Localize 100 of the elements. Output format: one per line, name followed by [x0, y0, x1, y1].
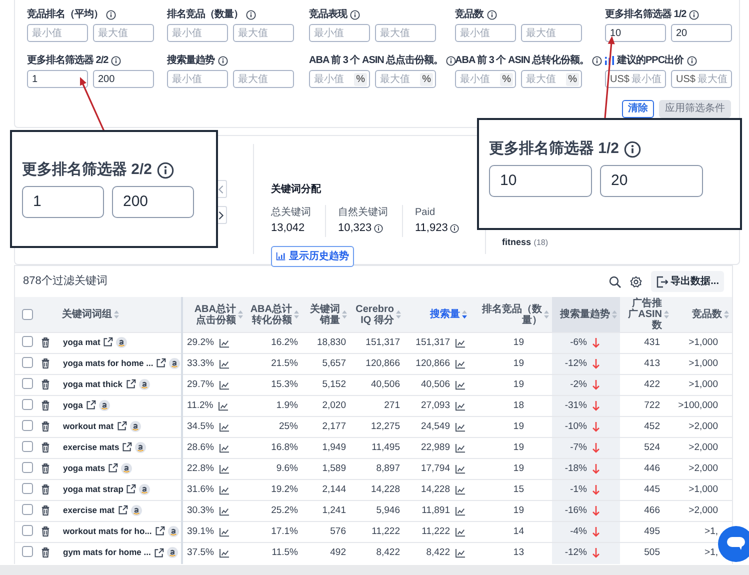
input-field[interactable]: 1 [27, 70, 88, 88]
input-field[interactable]: 最大值 % [375, 70, 436, 88]
text-input[interactable]: 最大值 [697, 72, 729, 86]
input-field[interactable]: 200 [112, 186, 194, 218]
line-chart-icon[interactable] [455, 338, 466, 348]
info-icon[interactable] [106, 10, 116, 20]
line-chart-icon[interactable] [455, 444, 466, 452]
marketplace-icon[interactable] [139, 484, 150, 495]
text-input[interactable]: 最小值 [460, 72, 500, 86]
info-icon[interactable] [246, 10, 256, 20]
row-checkbox[interactable] [22, 462, 33, 473]
info-icon[interactable] [592, 56, 602, 66]
marketplace-icon[interactable] [166, 547, 178, 558]
row-checkbox[interactable] [22, 356, 33, 368]
row-checkbox[interactable] [22, 524, 33, 536]
info-icon[interactable] [446, 56, 456, 66]
line-chart-icon[interactable] [455, 360, 466, 368]
text-input[interactable]: 最小值 [631, 72, 663, 86]
trash-icon[interactable] [41, 504, 50, 516]
keyword-link[interactable]: yoga mat strap [63, 482, 124, 496]
input-field[interactable]: 最小值 % [309, 70, 370, 88]
keyword-link[interactable]: workout mats for ho... [63, 524, 152, 538]
column-header[interactable]: 搜索量 [430, 309, 460, 320]
info-icon[interactable] [689, 10, 700, 20]
info-icon[interactable] [486, 10, 496, 20]
marketplace-icon[interactable] [98, 400, 110, 411]
marketplace-icon[interactable] [169, 358, 180, 369]
line-chart-icon[interactable] [218, 486, 230, 494]
line-chart-icon[interactable] [455, 528, 466, 536]
keyword-link[interactable]: yoga [63, 398, 83, 412]
marketplace-icon[interactable] [135, 442, 146, 453]
external-link-icon[interactable] [108, 463, 118, 474]
line-chart-icon[interactable] [218, 422, 230, 432]
select-all-checkbox[interactable] [22, 309, 33, 320]
marketplace-icon[interactable] [138, 378, 150, 390]
line-chart-icon[interactable] [218, 402, 230, 410]
clear-button[interactable]: 清除 [622, 100, 654, 118]
export-button[interactable]: 导出数据... [650, 271, 724, 292]
marketplace-icon[interactable] [130, 504, 142, 516]
info-icon[interactable] [111, 56, 122, 66]
marketplace-icon[interactable] [130, 420, 141, 432]
external-link-icon[interactable] [118, 505, 128, 516]
column-header[interactable]: 竞品数 [692, 309, 722, 320]
row-checkbox[interactable] [22, 398, 33, 410]
keyword-link[interactable]: yoga mat [63, 336, 100, 349]
line-chart-icon[interactable] [455, 548, 466, 558]
info-icon[interactable] [374, 224, 383, 233]
line-chart-icon[interactable] [218, 360, 230, 368]
trash-icon[interactable] [41, 378, 50, 390]
external-link-icon[interactable] [126, 484, 136, 494]
line-chart-icon[interactable] [218, 528, 230, 536]
input-field[interactable]: 最小值 [167, 24, 228, 42]
trash-icon[interactable] [41, 462, 50, 474]
trash-icon[interactable] [41, 442, 50, 453]
row-checkbox[interactable] [22, 504, 33, 515]
input-field[interactable]: 最大值 [233, 24, 294, 42]
trash-icon[interactable] [41, 400, 50, 411]
input-field[interactable]: 200 [93, 70, 154, 88]
history-trend-button[interactable]: 显示历史趋势 [271, 246, 354, 266]
external-link-icon[interactable] [103, 337, 114, 348]
input-field[interactable]: 最大值 [93, 24, 154, 42]
input-field[interactable]: 最小值 [167, 70, 228, 88]
input-field[interactable]: 20 [600, 164, 703, 196]
row-checkbox[interactable] [22, 336, 33, 347]
row-checkbox[interactable] [22, 440, 33, 452]
input-field[interactable]: 20 [671, 24, 732, 42]
input-field[interactable]: 最大值 % [521, 70, 582, 88]
text-input[interactable]: 最大值 [526, 72, 566, 86]
trash-icon[interactable] [41, 358, 50, 369]
marketplace-icon[interactable] [168, 526, 179, 537]
info-icon[interactable] [624, 140, 642, 158]
row-checkbox[interactable] [22, 482, 33, 494]
line-chart-icon[interactable] [455, 464, 466, 474]
line-chart-icon[interactable] [218, 380, 230, 390]
input-field[interactable]: 最小值 % [455, 70, 516, 88]
text-input[interactable]: 最小值 [314, 72, 354, 86]
input-field[interactable]: 1 [22, 186, 104, 218]
input-field[interactable]: 最大值 [233, 70, 294, 88]
input-field[interactable]: 10 [489, 164, 592, 196]
keyword-link[interactable]: exercise mat [63, 504, 115, 517]
trash-icon[interactable] [41, 420, 50, 432]
keyword-link[interactable]: gym mats for home ... [63, 546, 151, 559]
info-icon[interactable] [450, 224, 459, 233]
external-link-icon[interactable] [154, 548, 164, 558]
line-chart-icon[interactable] [218, 506, 230, 516]
line-chart-icon[interactable] [455, 486, 466, 494]
line-chart-icon[interactable] [218, 464, 230, 474]
keyword-tag[interactable]: fitness [502, 237, 532, 247]
row-checkbox[interactable] [22, 546, 33, 558]
external-link-icon[interactable] [122, 442, 132, 452]
trash-icon[interactable] [41, 526, 50, 537]
input-field[interactable]: US$ 最小值 [605, 70, 666, 88]
trash-icon[interactable] [41, 484, 50, 495]
input-field[interactable]: 最小值 [27, 24, 88, 42]
keyword-link[interactable]: yoga mat thick [63, 378, 123, 391]
text-input[interactable]: 最大值 [380, 72, 420, 86]
input-field[interactable]: 最大值 [375, 24, 436, 42]
input-field[interactable]: US$ 最大值 [671, 70, 732, 88]
info-icon[interactable] [157, 162, 174, 179]
keyword-link[interactable]: yoga mats [63, 462, 106, 475]
